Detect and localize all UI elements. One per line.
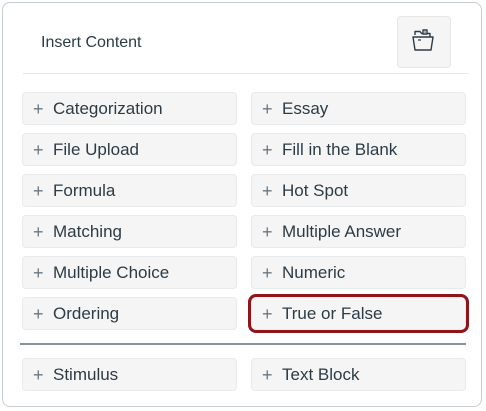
add-hot-spot-button[interactable]: + Hot Spot: [251, 174, 466, 207]
plus-icon: +: [262, 221, 273, 242]
add-multiple-answer-button[interactable]: + Multiple Answer: [251, 215, 466, 248]
plus-icon: +: [33, 262, 44, 283]
content-type-label: Hot Spot: [282, 180, 349, 200]
plus-icon: +: [33, 221, 44, 242]
plus-icon: +: [33, 364, 44, 385]
content-type-label: Matching: [53, 221, 122, 241]
plus-icon: +: [262, 180, 273, 201]
content-type-label: File Upload: [53, 139, 139, 159]
content-type-label: Formula: [53, 180, 116, 200]
add-file-upload-button[interactable]: + File Upload: [22, 133, 237, 166]
content-type-label: Stimulus: [53, 364, 119, 384]
add-multiple-choice-button[interactable]: + Multiple Choice: [22, 256, 237, 289]
add-categorization-button[interactable]: + Categorization: [22, 92, 237, 125]
add-matching-button[interactable]: + Matching: [22, 215, 237, 248]
add-fill-in-the-blank-button[interactable]: + Fill in the Blank: [251, 133, 466, 166]
add-essay-button[interactable]: + Essay: [251, 92, 466, 125]
folder-open-icon: [411, 28, 437, 57]
content-type-label: Categorization: [53, 98, 163, 118]
content-type-label: Multiple Answer: [282, 221, 402, 241]
add-formula-button[interactable]: + Formula: [22, 174, 237, 207]
plus-icon: +: [262, 262, 273, 283]
add-stimulus-button[interactable]: + Stimulus: [22, 358, 237, 391]
plus-icon: +: [33, 303, 44, 324]
content-type-label: Multiple Choice: [53, 262, 170, 282]
add-true-or-false-button[interactable]: + True or False: [248, 294, 469, 333]
content-type-label: True or False: [282, 303, 383, 323]
content-type-label: Fill in the Blank: [282, 139, 398, 159]
section-divider: [20, 343, 466, 345]
add-text-block-button[interactable]: + Text Block: [251, 358, 466, 391]
plus-icon: +: [33, 180, 44, 201]
plus-icon: +: [262, 364, 273, 385]
content-type-grid: + Categorization + Essay + File Upload + Fill i…: [22, 92, 469, 333]
add-ordering-button[interactable]: + Ordering: [22, 297, 237, 330]
add-numeric-button[interactable]: + Numeric: [251, 256, 466, 289]
panel-title: Insert Content: [41, 34, 142, 51]
plus-icon: +: [262, 98, 273, 119]
content-type-label: Ordering: [53, 303, 120, 323]
extra-type-grid: + Stimulus + Text Block: [22, 358, 466, 391]
content-type-label: Text Block: [282, 364, 360, 384]
plus-icon: +: [262, 139, 273, 160]
plus-icon: +: [33, 139, 44, 160]
content-type-label: Essay: [282, 98, 329, 118]
header-divider: [23, 73, 469, 74]
plus-icon: +: [33, 98, 44, 119]
folder-button[interactable]: [397, 16, 451, 68]
content-type-label: Numeric: [282, 262, 346, 282]
plus-icon: +: [262, 303, 273, 324]
